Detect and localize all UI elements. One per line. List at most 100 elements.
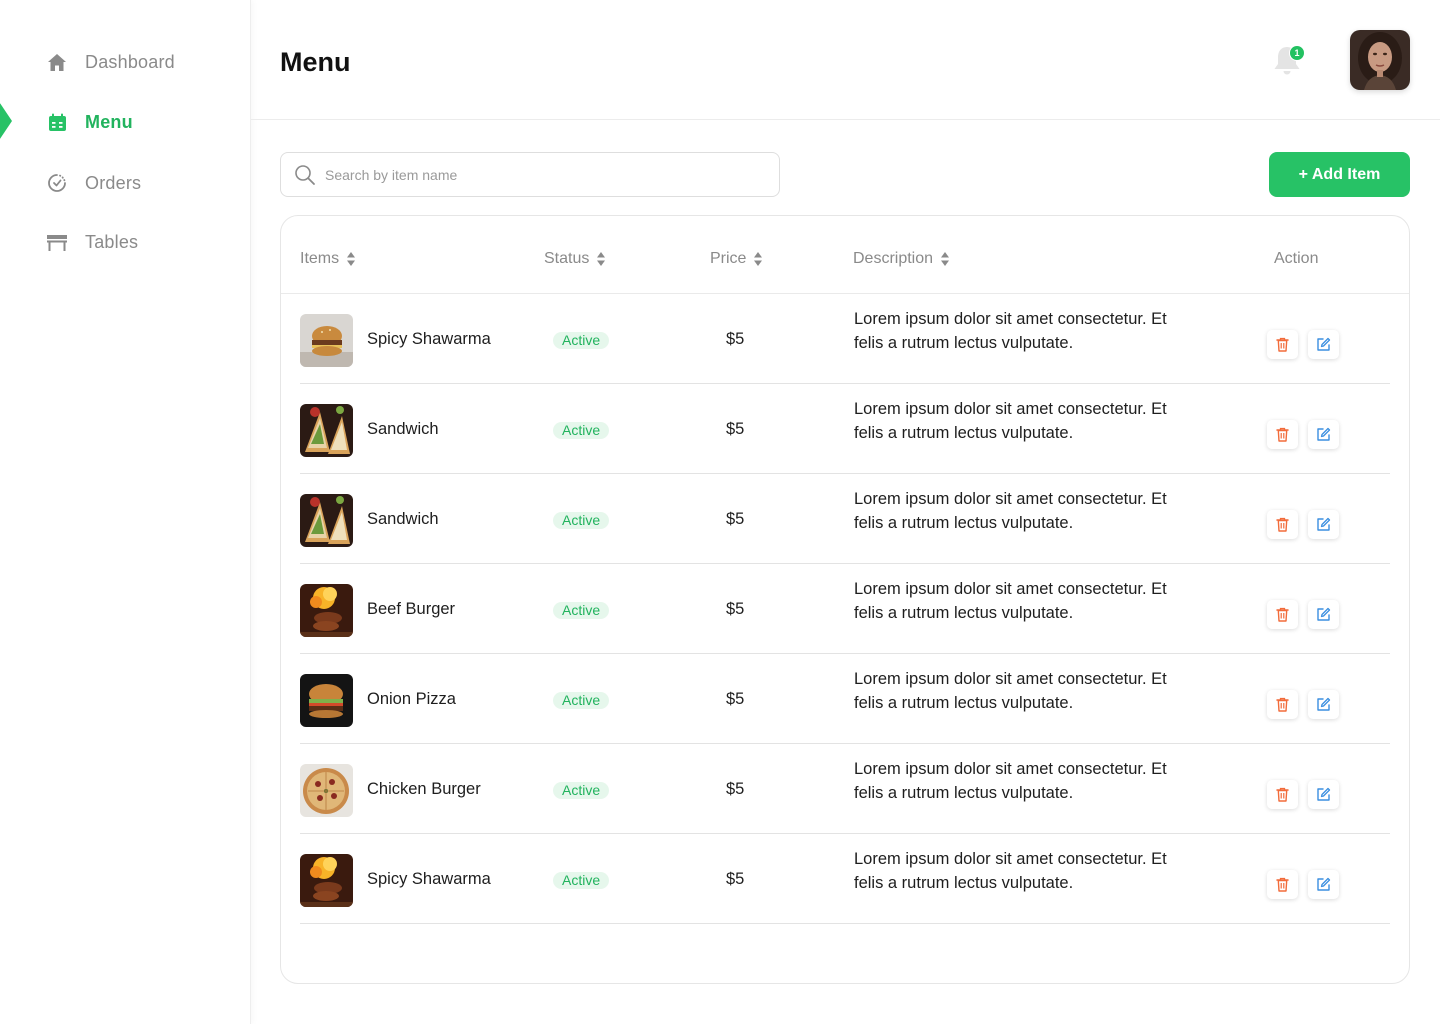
home-icon bbox=[46, 52, 68, 72]
item-thumbnail bbox=[300, 494, 353, 547]
avatar[interactable] bbox=[1350, 30, 1410, 90]
column-header-price[interactable]: Price bbox=[710, 250, 763, 268]
delete-button[interactable] bbox=[1267, 600, 1298, 629]
delete-button[interactable] bbox=[1267, 510, 1298, 539]
item-description: Lorem ipsum dolor sit amet consectetur. … bbox=[854, 310, 1167, 352]
status-badge: Active bbox=[553, 332, 610, 349]
table-row: Beef Burger Active $5 Lorem ipsum dolor sit… bbox=[300, 564, 1390, 654]
edit-icon bbox=[1316, 517, 1331, 532]
item-description: Lorem ipsum dolor sit amet consectetur. … bbox=[854, 850, 1167, 892]
sort-icon bbox=[346, 251, 356, 267]
edit-icon bbox=[1316, 787, 1331, 802]
sort-icon bbox=[753, 251, 763, 267]
column-header-items[interactable]: Items bbox=[300, 250, 356, 268]
edit-button[interactable] bbox=[1308, 600, 1339, 629]
table-row: Sandwich Active $5 Lorem ipsum dolor sit am… bbox=[300, 474, 1390, 564]
search-box bbox=[280, 152, 780, 197]
edit-button[interactable] bbox=[1308, 330, 1339, 359]
item-description: Lorem ipsum dolor sit amet consectetur. … bbox=[854, 580, 1167, 622]
status-badge: Active bbox=[553, 512, 610, 529]
delete-button[interactable] bbox=[1267, 870, 1298, 899]
item-name: Beef Burger bbox=[367, 600, 456, 618]
trash-icon bbox=[1276, 427, 1289, 442]
trash-icon bbox=[1276, 337, 1289, 352]
sort-icon bbox=[940, 251, 950, 267]
column-header-status[interactable]: Status bbox=[544, 250, 606, 268]
item-thumbnail bbox=[300, 764, 353, 817]
trash-icon bbox=[1276, 697, 1289, 712]
sidebar-item-label: Tables bbox=[85, 232, 139, 252]
sidebar-item-menu[interactable]: Menu bbox=[0, 102, 250, 142]
edit-button[interactable] bbox=[1308, 690, 1339, 719]
item-thumbnail bbox=[300, 854, 353, 907]
column-header-action: Action bbox=[1274, 250, 1319, 267]
table-row: Spicy Shawarma Active $5 Lorem ipsum dolor … bbox=[300, 834, 1390, 924]
item-description: Lorem ipsum dolor sit amet consectetur. … bbox=[854, 760, 1167, 802]
table-row: Chicken Burger Active $5 Lorem ipsum dolor … bbox=[300, 744, 1390, 834]
item-name: Onion Pizza bbox=[367, 690, 456, 708]
sort-icon bbox=[596, 251, 606, 267]
table-row: Spicy Shawarma Active $5 Lorem ipsum dolor … bbox=[300, 294, 1390, 384]
orders-dial-icon bbox=[46, 173, 68, 193]
item-thumbnail bbox=[300, 404, 353, 457]
sidebar: Dashboard Menu Orders Tables bbox=[0, 0, 251, 1024]
sidebar-item-orders[interactable]: Orders bbox=[0, 163, 250, 203]
item-price: $5 bbox=[726, 420, 745, 438]
table-row: Sandwich Active $5 Lorem ipsum dolor sit am… bbox=[300, 384, 1390, 474]
delete-button[interactable] bbox=[1267, 780, 1298, 809]
item-name: Sandwich bbox=[367, 510, 439, 528]
item-description: Lorem ipsum dolor sit amet consectetur. … bbox=[854, 490, 1167, 532]
status-badge: Active bbox=[553, 692, 610, 709]
status-badge: Active bbox=[553, 872, 610, 889]
status-badge: Active bbox=[553, 602, 610, 619]
sidebar-item-dashboard[interactable]: Dashboard bbox=[0, 42, 250, 82]
item-price: $5 bbox=[726, 330, 745, 348]
trash-icon bbox=[1276, 877, 1289, 892]
trash-icon bbox=[1276, 517, 1289, 532]
edit-button[interactable] bbox=[1308, 780, 1339, 809]
menu-table: Items Status Price Description Action Sp… bbox=[280, 215, 1410, 984]
sidebar-item-label: Menu bbox=[85, 112, 133, 132]
status-badge: Active bbox=[553, 422, 610, 439]
item-description: Lorem ipsum dolor sit amet consectetur. … bbox=[854, 400, 1167, 442]
item-thumbnail bbox=[300, 674, 353, 727]
edit-button[interactable] bbox=[1308, 870, 1339, 899]
table-icon bbox=[46, 232, 68, 252]
edit-icon bbox=[1316, 337, 1331, 352]
item-name: Spicy Shawarma bbox=[367, 870, 491, 888]
edit-icon bbox=[1316, 607, 1331, 622]
item-price: $5 bbox=[726, 690, 745, 708]
sidebar-item-tables[interactable]: Tables bbox=[0, 222, 250, 262]
page-title: Menu bbox=[280, 47, 351, 77]
trash-icon bbox=[1276, 607, 1289, 622]
item-name: Spicy Shawarma bbox=[367, 330, 491, 348]
table-header: Items Status Price Description Action bbox=[281, 216, 1409, 294]
item-thumbnail bbox=[300, 584, 353, 637]
trash-icon bbox=[1276, 787, 1289, 802]
add-item-button[interactable]: + Add Item bbox=[1269, 152, 1410, 197]
search-icon bbox=[294, 164, 316, 186]
delete-button[interactable] bbox=[1267, 690, 1298, 719]
search-input[interactable] bbox=[325, 153, 765, 196]
item-name: Sandwich bbox=[367, 420, 439, 438]
delete-button[interactable] bbox=[1267, 330, 1298, 359]
status-badge: Active bbox=[553, 782, 610, 799]
item-price: $5 bbox=[726, 600, 745, 618]
delete-button[interactable] bbox=[1267, 420, 1298, 449]
calendar-icon bbox=[46, 112, 68, 132]
item-price: $5 bbox=[726, 510, 745, 528]
notification-badge: 1 bbox=[1289, 45, 1305, 61]
top-header: Menu 1 bbox=[251, 0, 1440, 120]
edit-button[interactable] bbox=[1308, 510, 1339, 539]
edit-button[interactable] bbox=[1308, 420, 1339, 449]
edit-icon bbox=[1316, 877, 1331, 892]
item-description: Lorem ipsum dolor sit amet consectetur. … bbox=[854, 670, 1167, 712]
column-header-description[interactable]: Description bbox=[853, 250, 950, 268]
edit-icon bbox=[1316, 697, 1331, 712]
edit-icon bbox=[1316, 427, 1331, 442]
sidebar-item-label: Orders bbox=[85, 173, 142, 193]
item-name: Chicken Burger bbox=[367, 780, 481, 798]
item-thumbnail bbox=[300, 314, 353, 367]
sidebar-item-label: Dashboard bbox=[85, 52, 175, 72]
item-price: $5 bbox=[726, 870, 745, 888]
